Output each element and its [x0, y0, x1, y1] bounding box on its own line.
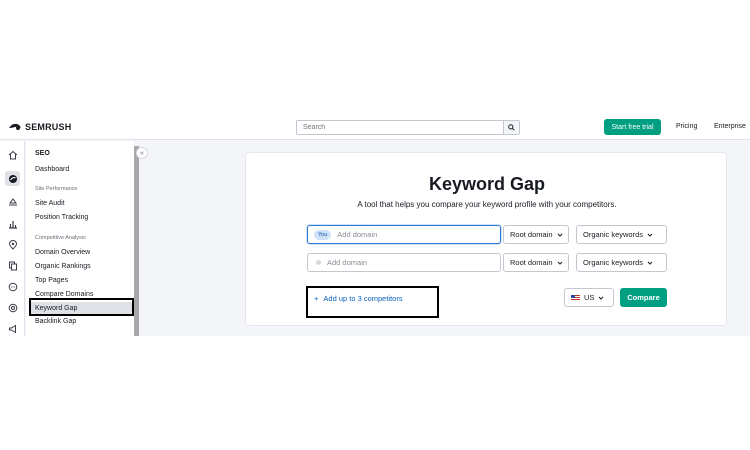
us-flag-icon: [571, 294, 580, 301]
keyword-type-select-2[interactable]: Organic keywords: [576, 253, 667, 272]
search-button[interactable]: [503, 121, 519, 134]
semrush-logo[interactable]: SEMRUSH: [8, 122, 71, 132]
compare-button[interactable]: Compare: [620, 288, 667, 307]
content-icon: [8, 261, 17, 270]
bar-chart-icon: [8, 220, 17, 229]
scope-select-2[interactable]: Root domain: [503, 253, 569, 272]
rail-pr[interactable]: [5, 321, 20, 336]
sidebar-scrollbar[interactable]: [134, 146, 139, 336]
seo-icon: [8, 174, 17, 183]
app-frame: SEMRUSH Start free trial Pricing Enterpr…: [0, 116, 750, 336]
start-free-trial-button[interactable]: Start free trial: [604, 119, 661, 135]
double-chevron-left-icon: «: [140, 149, 144, 157]
page-title: Keyword Gap: [428, 174, 546, 194]
sidebar-item-top-pages[interactable]: Top Pages: [35, 277, 68, 284]
competitor-domain-input[interactable]: Add domain: [307, 253, 501, 272]
sidebar-item-site-audit[interactable]: Site Audit: [35, 200, 65, 207]
scope-select-value: Root domain: [510, 258, 553, 267]
nav-pricing[interactable]: Pricing: [676, 123, 697, 130]
semrush-logo-icon: [9, 123, 21, 130]
country-select[interactable]: US: [564, 288, 614, 307]
top-bar: SEMRUSH Start free trial Pricing Enterpr…: [0, 116, 750, 140]
keyword-type-select-1[interactable]: Organic keywords: [576, 225, 667, 244]
sidebar-item-compare-domains[interactable]: Compare Domains: [35, 291, 93, 298]
nav-enterprise[interactable]: Enterprise: [714, 123, 746, 130]
scope-select-value: Root domain: [510, 230, 553, 239]
megaphone-icon: [8, 324, 16, 333]
rail-seo[interactable]: [5, 171, 20, 186]
sidebar-section-title: SEO: [35, 150, 50, 157]
country-value: US: [584, 293, 595, 302]
rail-local[interactable]: [5, 237, 20, 252]
sidebar-item-backlink-gap[interactable]: Backlink Gap: [35, 318, 76, 325]
sidebar-item-dashboard[interactable]: Dashboard: [35, 166, 69, 173]
chat-bubble-icon: [8, 282, 17, 291]
rail-social[interactable]: [5, 279, 20, 294]
home-icon: [8, 150, 17, 159]
brand-name: SEMRUSH: [25, 122, 72, 132]
keyword-type-value: Organic keywords: [583, 230, 644, 239]
sidebar-item-organic-rankings[interactable]: Organic Rankings: [35, 263, 91, 270]
rail-reports[interactable]: [5, 216, 20, 231]
search-box: [296, 120, 520, 135]
your-domain-input[interactable]: You Add domain: [307, 225, 501, 244]
highlight-box-add-competitors: [306, 286, 439, 318]
sidebar-group-site-performance: Site Performance: [35, 186, 78, 192]
scope-select-1[interactable]: Root domain: [503, 225, 569, 244]
page-subtitle: A tool that helps you compare your keywo…: [357, 200, 617, 209]
sidebar-group-competitive-analysis: Competitive Analysis: [35, 235, 86, 241]
keyword-type-value: Organic keywords: [583, 258, 644, 267]
search-icon: [508, 124, 515, 131]
you-badge: You: [314, 229, 332, 240]
rail-ads[interactable]: [5, 300, 20, 315]
icon-rail: [0, 141, 25, 336]
sidebar-item-position-tracking[interactable]: Position Tracking: [35, 214, 88, 221]
target-icon: [8, 303, 17, 312]
your-domain-placeholder: Add domain: [337, 230, 378, 239]
search-input[interactable]: [297, 121, 504, 134]
chevron-down-icon: [557, 233, 562, 237]
chevron-down-icon: [647, 261, 653, 265]
rail-content[interactable]: [5, 258, 20, 273]
competitor-domain-placeholder: Add domain: [327, 258, 368, 267]
sidebar-item-domain-overview[interactable]: Domain Overview: [35, 249, 90, 256]
chevron-down-icon: [557, 261, 562, 265]
location-icon: [8, 239, 17, 250]
traffic-icon: [8, 197, 17, 205]
rail-traffic[interactable]: [5, 194, 20, 209]
chevron-down-icon: [647, 233, 653, 237]
rail-home[interactable]: [5, 147, 20, 162]
chevron-down-icon: [599, 296, 604, 300]
competitor-dot-icon: [316, 260, 321, 265]
highlight-box-keyword-gap: [29, 298, 134, 316]
collapse-sidebar-button[interactable]: «: [136, 147, 148, 159]
